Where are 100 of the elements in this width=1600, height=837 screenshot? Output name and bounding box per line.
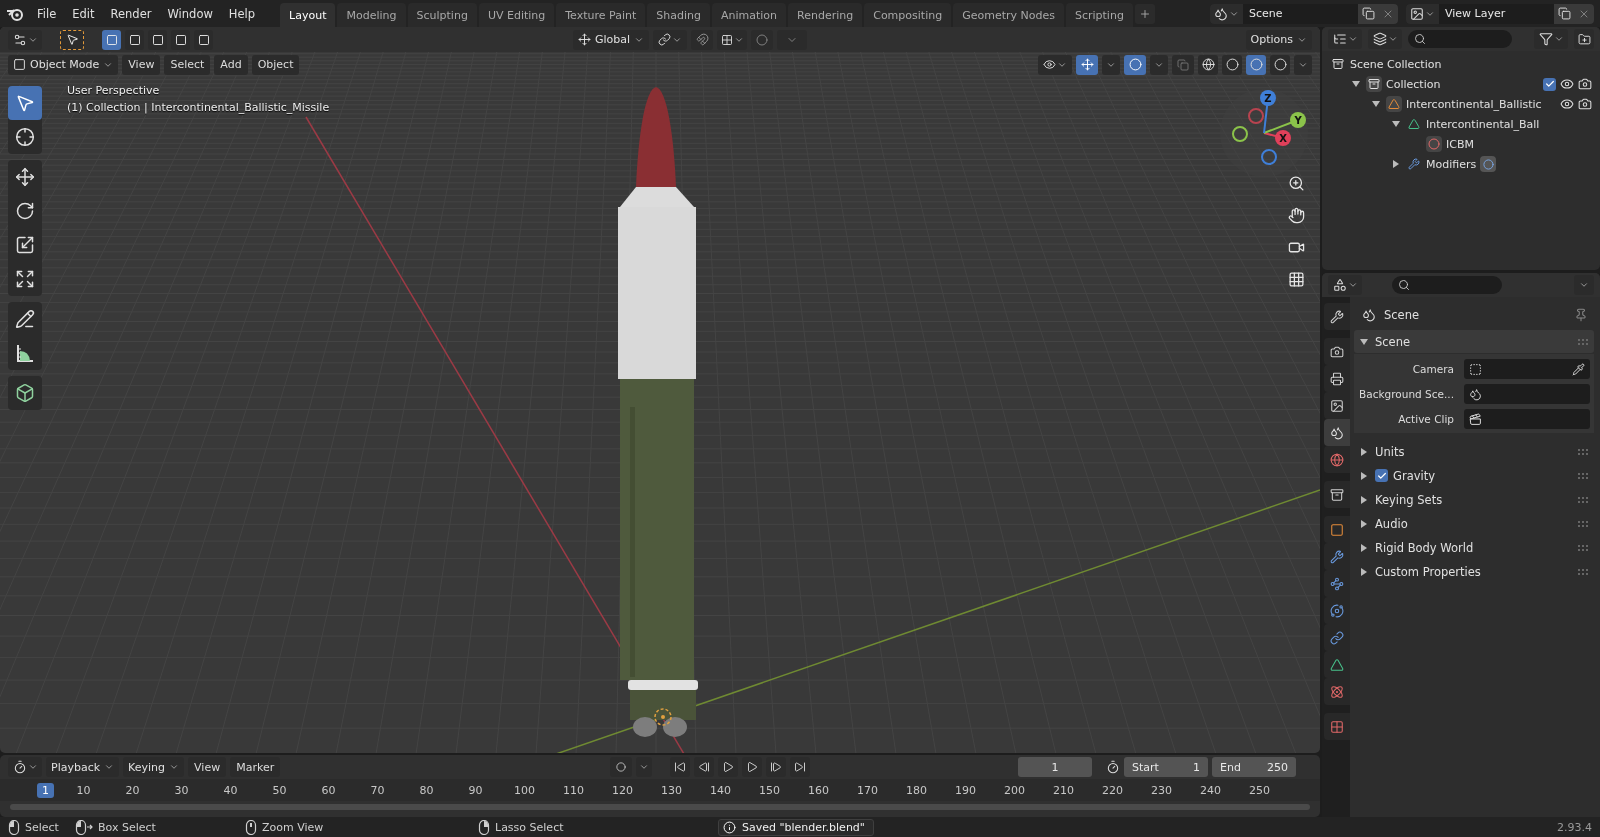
properties-tab[interactable] <box>1324 516 1350 543</box>
current-frame-field[interactable]: 1 <box>1018 757 1092 777</box>
workspace-tab[interactable]: Texture Paint <box>556 3 646 28</box>
panel-header[interactable]: Keying Sets <box>1354 488 1594 511</box>
play-reverse-button[interactable] <box>718 757 739 777</box>
jump-start-button[interactable] <box>670 757 691 777</box>
workspace-tab[interactable]: UV Editing <box>478 3 555 28</box>
header-menu[interactable]: Select <box>164 54 211 75</box>
eye-icon[interactable] <box>1560 77 1574 91</box>
filter-button[interactable] <box>1534 29 1568 49</box>
orientation-dropdown[interactable]: Global <box>573 29 650 50</box>
navigation-gizmo[interactable]: X Y Z <box>1220 89 1308 177</box>
panel-header[interactable]: Custom Properties <box>1354 560 1594 583</box>
outliner-item[interactable]: Modifiers <box>1426 157 1477 171</box>
outliner-item[interactable]: Collection <box>1386 77 1441 91</box>
overlay-toggle[interactable] <box>1124 54 1146 75</box>
start-frame-field[interactable]: Start 1 <box>1124 757 1208 777</box>
menu-item[interactable]: Window <box>160 3 220 24</box>
outliner-item[interactable]: Intercontinental_Ball <box>1426 117 1540 131</box>
object-field[interactable] <box>1464 359 1590 379</box>
object-field[interactable] <box>1464 409 1590 429</box>
next-key-button[interactable] <box>766 757 787 777</box>
menu-item[interactable]: Render <box>103 3 159 24</box>
properties-tab[interactable] <box>1324 303 1350 330</box>
viewport[interactable]: X Y Z Global Options Object Mode View Select Add Object User Perspective (1) Collection | Intercontinental_Ballistic_Missile <box>0 27 1320 753</box>
options-dropdown[interactable]: Options <box>1245 29 1312 50</box>
outliner-item[interactable]: Intercontinental_Ballistic <box>1406 97 1542 111</box>
panel-header[interactable]: Units <box>1354 440 1594 463</box>
mode-dropdown[interactable]: Object Mode <box>8 54 119 75</box>
menu-item[interactable]: Help <box>221 3 263 24</box>
menu-item[interactable]: File <box>30 3 64 24</box>
panel-header[interactable]: Gravity <box>1354 464 1594 487</box>
panel-header[interactable]: Rigid Body World <box>1354 536 1594 559</box>
snap-button[interactable] <box>691 29 714 50</box>
header-menu[interactable]: Marker <box>230 757 281 777</box>
view-layer-selector[interactable]: View Layer <box>1406 3 1594 24</box>
camera-icon[interactable] <box>1578 97 1592 111</box>
active-tool-button[interactable] <box>60 29 84 50</box>
editor-type-button[interactable] <box>8 757 42 777</box>
shading-mode-button[interactable] <box>1246 54 1266 75</box>
tool-button[interactable] <box>8 86 42 120</box>
new-collection-button[interactable] <box>1574 29 1594 49</box>
select-mode-button[interactable] <box>125 29 144 50</box>
editor-type-button[interactable] <box>1328 275 1362 295</box>
gizmo-toggle[interactable] <box>1076 54 1098 75</box>
scene-selector[interactable]: Scene <box>1210 3 1398 24</box>
workspace-tab[interactable]: Shading <box>647 3 710 28</box>
select-mode-button[interactable] <box>148 29 167 50</box>
exclude-checkbox[interactable] <box>1543 77 1556 91</box>
proportional-edit-button[interactable] <box>751 29 774 50</box>
select-mode-button[interactable] <box>102 29 121 50</box>
search-field[interactable] <box>1408 30 1512 48</box>
disclosure-triangle[interactable] <box>1350 80 1362 88</box>
pin-icon[interactable] <box>1574 308 1588 322</box>
snap-target-button[interactable] <box>717 29 748 50</box>
record-button[interactable] <box>610 757 633 777</box>
timeline-dropdown[interactable]: Keying <box>123 757 185 777</box>
frame-number[interactable]: 1 <box>37 782 54 798</box>
pivot-button[interactable] <box>653 29 688 50</box>
outliner-item[interactable]: ICBM <box>1446 137 1474 151</box>
header-menu[interactable]: View <box>188 757 227 777</box>
disclosure-triangle[interactable] <box>1370 100 1382 108</box>
panel-header[interactable]: Audio <box>1354 512 1594 535</box>
play-button[interactable] <box>742 757 763 777</box>
workspace-tab[interactable]: Sculpting <box>407 3 477 28</box>
disclosure-triangle[interactable] <box>1390 120 1402 128</box>
display-mode-button[interactable] <box>1368 29 1402 49</box>
properties-tab[interactable] <box>1324 678 1350 705</box>
eye-icon[interactable] <box>1560 97 1574 111</box>
panel-header[interactable]: Scene <box>1354 330 1594 353</box>
select-mode-button[interactable] <box>194 29 213 50</box>
shading-mode-button[interactable] <box>1222 54 1242 75</box>
properties-tab[interactable] <box>1324 446 1350 473</box>
timeline-dropdown[interactable]: Playback <box>46 757 120 777</box>
properties-tab[interactable] <box>1324 481 1350 508</box>
workspace-tab[interactable]: Modeling <box>337 3 406 28</box>
scrollbar[interactable] <box>10 804 1310 810</box>
workspace-tab[interactable]: Geometry Nodes <box>953 3 1064 28</box>
properties-tab[interactable] <box>1324 392 1350 419</box>
editor-type-button[interactable] <box>8 29 42 50</box>
workspace-tab[interactable]: Rendering <box>788 3 863 28</box>
shading-mode-button[interactable] <box>1198 54 1218 75</box>
shading-mode-button[interactable] <box>1270 54 1290 75</box>
select-mode-button[interactable] <box>171 29 190 50</box>
header-menu[interactable]: Object <box>251 54 300 75</box>
workspace-tab[interactable]: Compositing <box>864 3 952 28</box>
camera-icon[interactable] <box>1578 77 1592 91</box>
workspace-tab[interactable]: Layout <box>280 3 336 28</box>
jump-end-button[interactable] <box>790 757 811 777</box>
visibility-button[interactable] <box>1038 54 1072 75</box>
panel-checkbox[interactable] <box>1375 469 1388 482</box>
editor-type-button[interactable] <box>1328 29 1362 49</box>
add-workspace-button[interactable] <box>1134 3 1155 24</box>
header-menu[interactable]: Add <box>214 54 248 75</box>
object-field[interactable] <box>1464 384 1590 404</box>
end-frame-field[interactable]: End 250 <box>1212 757 1296 777</box>
previous-key-button[interactable] <box>694 757 715 777</box>
disclosure-triangle[interactable] <box>1358 337 1370 346</box>
workspace-tab[interactable]: Scripting <box>1065 3 1133 28</box>
search-field[interactable] <box>1392 276 1502 294</box>
